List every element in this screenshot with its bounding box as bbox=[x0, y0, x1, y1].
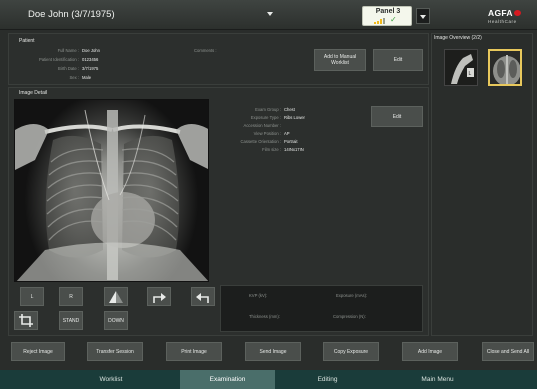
add-image-button[interactable]: Add Image bbox=[402, 342, 458, 361]
send-image-button[interactable]: Send Image bbox=[245, 342, 301, 361]
reject-image-button[interactable]: Reject Image bbox=[11, 342, 65, 361]
comments-label: Comments : bbox=[194, 48, 217, 53]
thickness-label: Thickness (mm): bbox=[249, 314, 280, 319]
image-field-label: View Position : bbox=[253, 131, 281, 136]
patient-field-value: Male bbox=[82, 75, 92, 80]
tab-main-menu[interactable]: Main Menu bbox=[390, 370, 485, 389]
patient-field-value: Doe John bbox=[82, 48, 100, 53]
image-field-label: Film size : bbox=[262, 147, 281, 152]
rotate-right-button[interactable] bbox=[147, 287, 171, 306]
image-field-value: Chest bbox=[284, 107, 295, 112]
add-to-manual-worklist-button[interactable]: Add to Manual Worklist bbox=[314, 49, 366, 71]
agfa-logo: AGFA HealthCare bbox=[488, 8, 534, 24]
image-field-label: Exam Group : bbox=[255, 107, 281, 112]
exposure-info-box: KVP (kV): Exposure (mAs): Thickness (mm)… bbox=[220, 285, 423, 332]
agfa-rhombus-icon bbox=[513, 10, 521, 16]
exposure-label: Exposure (mAs): bbox=[336, 293, 368, 298]
patient-field-label: Patient Identification : bbox=[38, 57, 79, 62]
copy-exposure-button[interactable]: Copy Exposure bbox=[323, 342, 379, 361]
patient-field-label: Birth Date : bbox=[58, 66, 79, 71]
rotate-left-button[interactable] bbox=[191, 287, 215, 306]
patient-dropdown-icon[interactable] bbox=[267, 12, 273, 16]
thumbnail-image-1[interactable]: L bbox=[444, 49, 478, 86]
patient-field-label: Sex : bbox=[69, 75, 79, 80]
chevron-down-icon bbox=[420, 15, 426, 19]
patient-field-label: Full Name : bbox=[57, 48, 79, 53]
patient-edit-button[interactable]: Edit bbox=[373, 49, 423, 71]
image-field-value: Portrait bbox=[284, 139, 298, 144]
flip-button[interactable] bbox=[104, 287, 128, 306]
main-tab-bar: Worklist Examination Editing Main Menu bbox=[0, 370, 537, 389]
image-field-label: Accession Number : bbox=[243, 123, 281, 128]
thumbnail-xray-2 bbox=[490, 51, 520, 84]
tab-editing[interactable]: Editing bbox=[280, 370, 375, 389]
compression-label: Compression (N): bbox=[333, 314, 366, 319]
rotate-right-icon bbox=[153, 292, 166, 303]
check-icon: ✓ bbox=[390, 15, 397, 24]
image-field-label: Cassette Orientation : bbox=[240, 139, 282, 144]
image-detail-section-title: Image Detail bbox=[19, 90, 48, 96]
signal-strength-icon bbox=[374, 18, 385, 24]
print-image-button[interactable]: Print Image bbox=[166, 342, 222, 361]
transfer-session-button[interactable]: Transfer Session bbox=[87, 342, 143, 361]
crop-button[interactable] bbox=[14, 311, 38, 330]
left-marker-button[interactable]: L bbox=[20, 287, 44, 306]
down-button[interactable]: DOWN bbox=[104, 311, 128, 330]
title-bar: Doe John (3/7/1975) Panel 3 ✓ AGFA Healt… bbox=[0, 0, 537, 30]
tab-examination[interactable]: Examination bbox=[180, 370, 275, 389]
panel-indicator[interactable]: Panel 3 ✓ bbox=[362, 6, 412, 26]
thumbnail-image-2[interactable] bbox=[488, 49, 522, 86]
kvp-label: KVP (kV): bbox=[249, 293, 268, 298]
image-field-value: Ribs Lower bbox=[284, 115, 305, 120]
panel-dropdown-button[interactable] bbox=[416, 8, 430, 24]
svg-text:L: L bbox=[469, 71, 472, 77]
tab-worklist[interactable]: Worklist bbox=[62, 370, 160, 389]
right-marker-button[interactable]: R bbox=[59, 287, 83, 306]
image-field-label: Exposure Type : bbox=[250, 115, 281, 120]
image-field-value: AP bbox=[284, 131, 290, 136]
chest-xray-image bbox=[15, 109, 208, 281]
image-edit-button[interactable]: Edit bbox=[371, 106, 423, 127]
logo-text: AGFA bbox=[488, 8, 513, 18]
patient-panel: Patient Full Name : Doe John Patient Ide… bbox=[8, 33, 429, 85]
panel-label: Panel 3 bbox=[375, 8, 401, 15]
image-overview-title: Image Overview (2/2) bbox=[434, 35, 482, 41]
image-field-value: 14INx17IN bbox=[284, 147, 304, 152]
patient-field-value: 0123456 bbox=[82, 57, 99, 62]
patient-title[interactable]: Doe John (3/7/1975) bbox=[28, 9, 115, 20]
rotate-left-icon bbox=[196, 292, 209, 303]
flip-icon bbox=[109, 290, 123, 303]
patient-section-title: Patient bbox=[19, 38, 35, 44]
thumbnail-xray-1: L bbox=[445, 50, 477, 85]
close-and-send-all-button[interactable]: Close and Send All bbox=[482, 342, 534, 361]
crop-icon bbox=[19, 314, 33, 327]
patient-field-value: 3/7/1975 bbox=[82, 66, 99, 71]
stand-button[interactable]: STAND bbox=[59, 311, 83, 330]
logo-subtext: HealthCare bbox=[488, 19, 517, 24]
xray-image-viewer[interactable] bbox=[14, 99, 209, 282]
